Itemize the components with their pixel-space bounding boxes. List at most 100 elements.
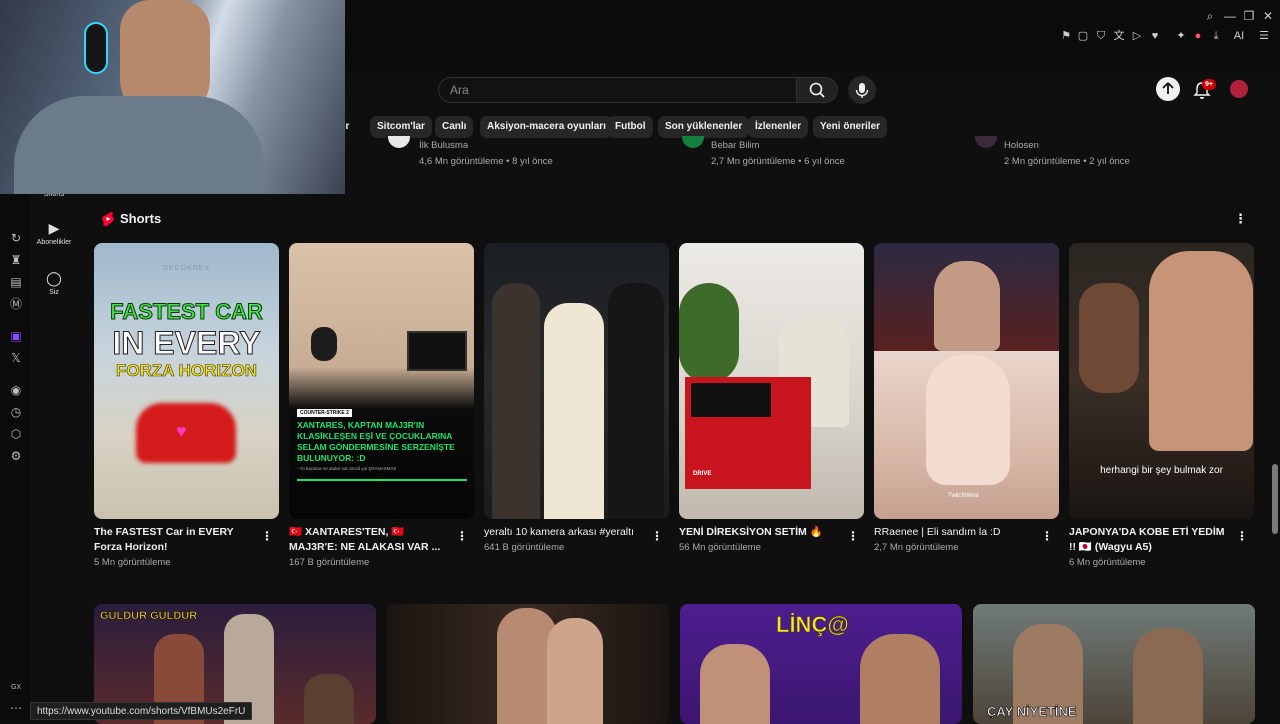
search-input[interactable]: Ara: [438, 77, 796, 103]
menu-icon[interactable]: ☰: [1256, 28, 1272, 44]
guide-you-label: Siz: [49, 289, 59, 296]
chip[interactable]: Aksiyon-macera oyunları: [480, 116, 613, 138]
person-image: [311, 327, 337, 361]
channel-avatar[interactable]: [388, 136, 410, 148]
close-icon[interactable]: ✕: [1260, 8, 1276, 24]
short-title[interactable]: JAPONYA'DA KOBE ETİ YEDİM !! 🇯🇵 (Wagyu A…: [1069, 525, 1229, 555]
video-thumbnail[interactable]: LİNÇ@: [680, 604, 962, 724]
more-icon[interactable]: ⋮: [847, 529, 859, 543]
thumb-logo: DECOKNEX: [162, 265, 211, 272]
twitch-icon[interactable]: ▣: [8, 328, 24, 344]
short-views: 641 B görüntüleme: [484, 542, 565, 553]
person-image: [1133, 628, 1203, 724]
person-body: [14, 96, 264, 194]
video-meta: 2,7 Mn görüntüleme • 6 yıl önce: [711, 156, 845, 167]
snapshot-icon[interactable]: ▢: [1075, 28, 1091, 44]
voice-search-button[interactable]: [848, 76, 876, 104]
upload-button[interactable]: [1156, 77, 1180, 101]
more-icon[interactable]: ⋮: [261, 529, 273, 543]
short-thumbnail[interactable]: DECOKNEX FASTEST CAR IN EVERY FORZA HORI…: [94, 243, 279, 519]
translate-icon[interactable]: 文: [1111, 28, 1127, 44]
more-icon[interactable]: ⋮: [1041, 529, 1053, 543]
person-image: [608, 283, 664, 519]
upload-icon: [1162, 82, 1174, 94]
heart-icon[interactable]: ♥: [1147, 28, 1163, 44]
short-thumbnail[interactable]: COUNTER-STRIKE 2 XANTARES, KAPTAN MAJ3R'…: [289, 243, 474, 519]
video-thumbnail[interactable]: [387, 604, 669, 724]
short-views: 167 B görüntüleme: [289, 557, 370, 568]
more-icon[interactable]: ⋮: [1236, 529, 1248, 543]
notifications-button[interactable]: 9+: [1193, 79, 1216, 102]
more-icon[interactable]: ⋮: [456, 529, 468, 543]
channel-name[interactable]: İlk Buluşma: [419, 140, 468, 148]
short-title[interactable]: YENİ DİREKSİYON SETİM 🔥: [679, 525, 839, 540]
download-icon[interactable]: ⤓: [1208, 28, 1224, 44]
player-icon[interactable]: ◉: [8, 382, 24, 398]
section-more-icon[interactable]: ⋮: [1234, 211, 1247, 227]
monitor-image: [407, 331, 467, 371]
short-thumbnail[interactable]: herhangi bir şey bulmak zor: [1069, 243, 1254, 519]
channel-avatar[interactable]: [682, 136, 704, 148]
short-thumbnail[interactable]: DRIVE: [679, 243, 864, 519]
person-image: [926, 355, 1010, 485]
messenger-icon[interactable]: Ⓜ: [8, 296, 24, 312]
more-icon[interactable]: ⋮: [651, 529, 663, 543]
more-icon[interactable]: ⋯: [8, 700, 24, 716]
person-image: [1149, 251, 1253, 451]
chip[interactable]: İzlenenler: [748, 116, 809, 138]
video-meta: 4,6 Mn görüntüleme • 8 yıl önce: [419, 156, 553, 167]
send-icon[interactable]: ▷: [1129, 28, 1145, 44]
status-url: https://www.youtube.com/shorts/VfBMUs2eF…: [30, 702, 253, 720]
avatar[interactable]: [1230, 80, 1248, 98]
short-thumbnail[interactable]: TwitchWest: [874, 243, 1059, 519]
short-views: 5 Mn görüntüleme: [94, 557, 171, 568]
profile-icon[interactable]: ●: [1190, 28, 1206, 44]
subscriptions-icon: ▶: [48, 220, 60, 236]
scrollbar-thumb[interactable]: [1272, 464, 1278, 534]
guide-you[interactable]: ◯ Siz: [32, 270, 76, 296]
short-title[interactable]: RRaenee | Eli sandım la :D: [874, 525, 1034, 540]
chip[interactable]: Futbol: [608, 116, 653, 138]
chip[interactable]: Canlı: [435, 116, 474, 138]
bookmark-icon[interactable]: ⚑: [1058, 28, 1074, 44]
gx-label: GX: [10, 684, 22, 691]
ai-button[interactable]: AI: [1228, 28, 1250, 44]
search-button[interactable]: [796, 77, 838, 103]
short-thumbnail[interactable]: [484, 243, 669, 519]
short-title[interactable]: The FASTEST Car in EVERY Forza Horizon!: [94, 525, 254, 555]
robot-icon[interactable]: ♜: [8, 252, 24, 268]
restore-icon[interactable]: ❐: [1241, 8, 1257, 24]
shorts-logo-icon: [101, 211, 115, 227]
search-icon[interactable]: ⌕: [1202, 8, 1218, 24]
scrollbar[interactable]: [1270, 72, 1280, 720]
extensions-icon[interactable]: ✦: [1173, 28, 1189, 44]
user-icon: ◯: [46, 270, 62, 286]
settings-icon[interactable]: ⚙: [8, 448, 24, 464]
video-thumbnail[interactable]: ÇAY NİYETİNE: [973, 604, 1255, 724]
channel-avatar[interactable]: [975, 136, 997, 148]
short-title[interactable]: yeraltı 10 kamera arkası #yeraltı: [484, 525, 652, 540]
gallery-icon[interactable]: ▤: [8, 274, 24, 290]
headset-image: [84, 22, 108, 74]
guide-subscriptions-label: Abonelikler: [36, 239, 72, 246]
person-image: [304, 674, 354, 724]
thumb-text: FORZA HORIZON: [115, 361, 258, 381]
shield-icon[interactable]: ⛉: [1093, 28, 1109, 44]
chip[interactable]: Sitcom'lar: [370, 116, 432, 138]
chip[interactable]: Son yüklenenler: [658, 116, 750, 138]
thumb-text: LİNÇ@: [776, 612, 849, 638]
history-icon[interactable]: ◷: [8, 404, 24, 420]
chip[interactable]: Yeni öneriler: [813, 116, 888, 138]
channel-name[interactable]: Holosen: [1004, 140, 1039, 148]
thumb-caption: TwitchWest: [948, 493, 979, 499]
thumb-text: IN EVERY: [112, 325, 261, 362]
channel-name[interactable]: Bebar Bilim: [711, 140, 760, 148]
person-image: [934, 261, 1000, 351]
x-icon[interactable]: 𝕏: [8, 350, 24, 366]
cube-icon[interactable]: ⬡: [8, 426, 24, 442]
refresh-icon[interactable]: ↻: [8, 230, 24, 246]
short-views: 56 Mn görüntüleme: [679, 542, 761, 553]
guide-subscriptions[interactable]: ▶ Abonelikler: [32, 220, 76, 246]
short-title[interactable]: 🇹🇷 XANTARES'TEN, 🇹🇷 MAJ3R'E: NE ALAKASI …: [289, 525, 449, 555]
minimize-icon[interactable]: —: [1222, 8, 1238, 24]
